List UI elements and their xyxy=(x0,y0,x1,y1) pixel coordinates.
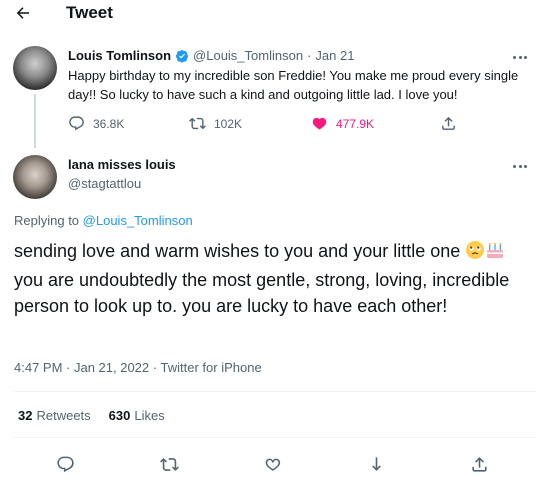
retweets-label: Retweets xyxy=(36,408,91,423)
reply-count: 36.8K xyxy=(93,116,125,131)
tweet-text: Happy birthday to my incredible son Fred… xyxy=(68,68,519,102)
author-name[interactable]: Louis Tomlinson xyxy=(68,48,171,63)
separator: · xyxy=(152,360,158,375)
tweet-timestamp[interactable]: 4:47 PM · Jan 21, 2022 xyxy=(14,360,149,375)
author-handle[interactable]: @Louis_Tomlinson xyxy=(193,48,303,63)
replying-to-link[interactable]: @Louis_Tomlinson xyxy=(83,213,193,228)
author-handle[interactable]: @stagtattlou xyxy=(68,176,141,191)
share-icon xyxy=(471,456,487,472)
retweets-stat[interactable]: 32 Retweets xyxy=(18,408,91,423)
like-count: 477.9K xyxy=(336,116,375,131)
tweet-text-part1: sending love and warm wishes to you and … xyxy=(14,241,461,261)
engagement-stats: 32 Retweets 630 Likes xyxy=(18,408,165,423)
bookmark-icon xyxy=(371,456,381,471)
share-icon xyxy=(442,116,455,130)
retweet-icon xyxy=(159,457,179,471)
more-options-button[interactable] xyxy=(509,159,531,173)
tweet-text-part2: you are undoubtedly the most gentle, str… xyxy=(14,270,510,316)
avatar[interactable] xyxy=(13,155,57,199)
likes-label: Likes xyxy=(134,408,165,423)
tweet-source[interactable]: Twitter for iPhone xyxy=(161,360,262,375)
avatar[interactable] xyxy=(13,46,57,90)
reply-icon xyxy=(69,116,84,131)
divider xyxy=(14,437,536,438)
more-options-button[interactable] xyxy=(509,50,531,64)
retweet-action[interactable]: 102K xyxy=(189,115,242,132)
thread-connector xyxy=(34,94,36,148)
heart-icon xyxy=(265,458,280,471)
tweet-date[interactable]: Jan 21 xyxy=(315,48,354,63)
verified-badge-icon xyxy=(175,49,189,63)
more-dots-icon xyxy=(513,55,517,59)
birthday-cake-emoji-icon xyxy=(485,240,505,267)
replying-prefix: Replying to xyxy=(14,213,80,228)
retweet-button[interactable] xyxy=(158,453,180,475)
likes-count: 630 xyxy=(108,408,131,423)
tweet-text: sending love and warm wishes to you and … xyxy=(14,238,534,319)
pleading-face-emoji-icon xyxy=(465,240,485,267)
retweets-count: 32 xyxy=(18,408,33,423)
likes-stat[interactable]: 630 Likes xyxy=(109,408,165,423)
share-button[interactable] xyxy=(468,453,490,475)
reply-button[interactable] xyxy=(54,453,76,475)
separator: · xyxy=(307,48,312,63)
divider xyxy=(14,391,536,392)
more-dots-icon xyxy=(513,164,517,168)
bookmark-button[interactable] xyxy=(365,453,387,475)
arrow-left-icon xyxy=(16,7,29,19)
page-title: Tweet xyxy=(66,3,113,22)
tweet-header: Louis Tomlinson @Louis_Tomlinson · Jan 2… xyxy=(68,48,354,63)
share-action[interactable] xyxy=(440,115,457,132)
retweet-icon xyxy=(189,117,206,130)
reply-action[interactable]: 36.8K xyxy=(68,115,124,132)
like-action[interactable]: 477.9K xyxy=(311,115,374,132)
back-button[interactable] xyxy=(10,0,36,26)
author-name[interactable]: lana misses louis xyxy=(68,157,176,172)
reply-icon xyxy=(56,456,74,472)
like-button[interactable] xyxy=(261,453,283,475)
heart-icon xyxy=(312,117,327,130)
replying-to: Replying to @Louis_Tomlinson xyxy=(14,213,193,228)
tweet-meta: 4:47 PM · Jan 21, 2022 · Twitter for iPh… xyxy=(14,360,262,375)
page-header: Tweet xyxy=(0,0,550,26)
retweet-count: 102K xyxy=(214,116,243,131)
